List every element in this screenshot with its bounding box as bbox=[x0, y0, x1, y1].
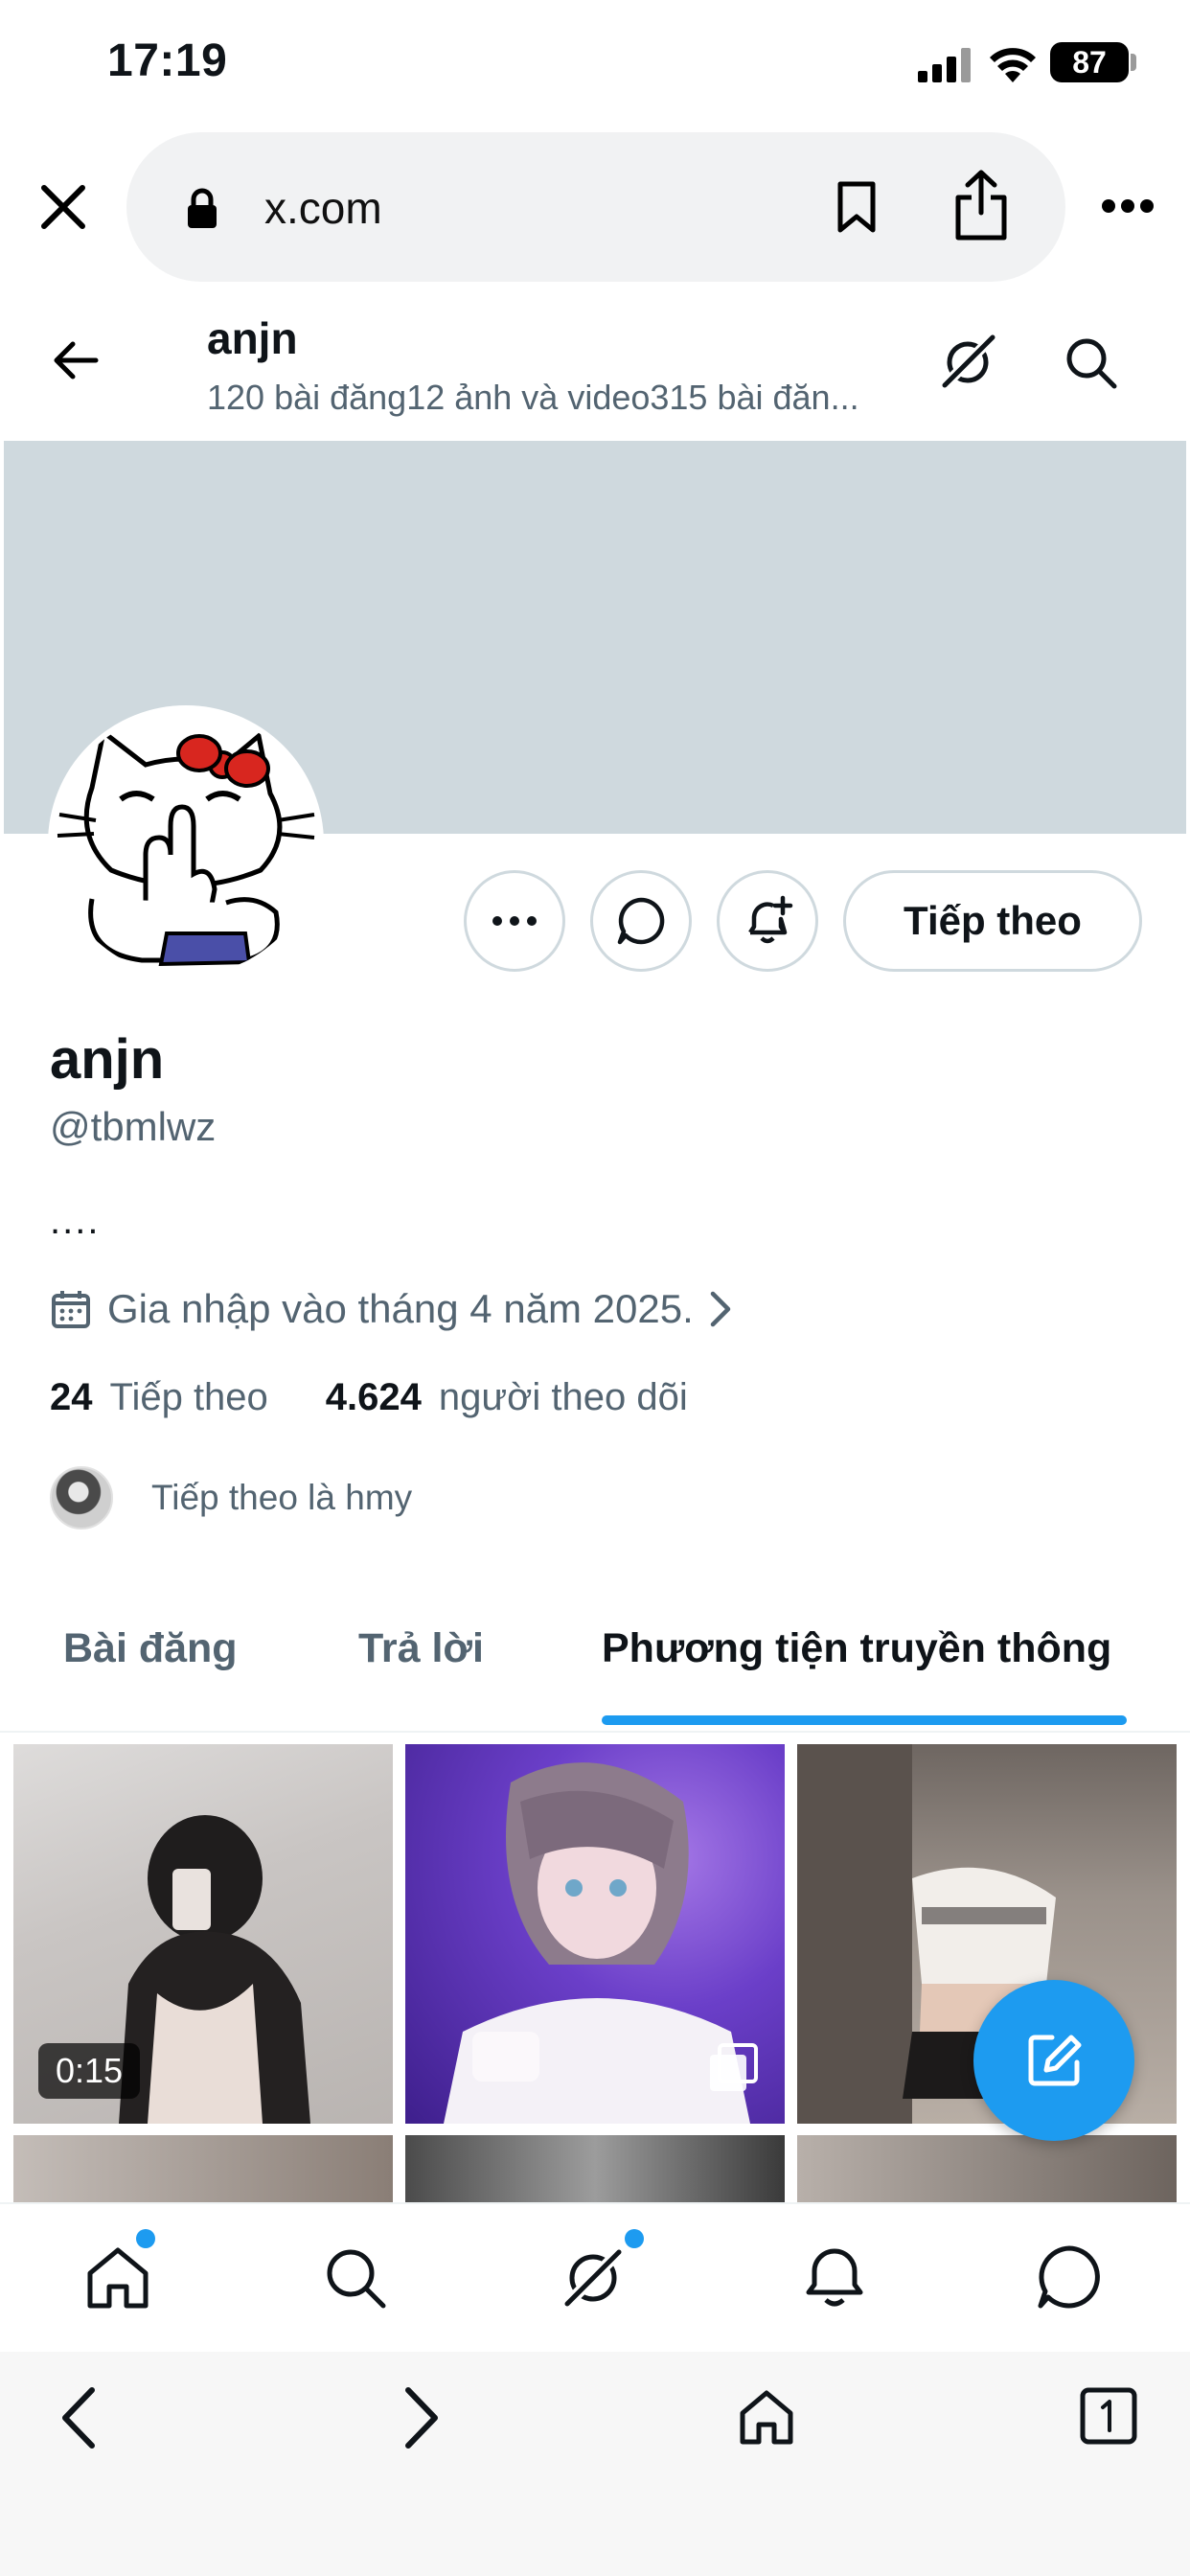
notifications-icon[interactable] bbox=[801, 2242, 868, 2312]
search-icon[interactable] bbox=[1064, 335, 1119, 391]
more-icon[interactable] bbox=[1100, 197, 1156, 215]
back-arrow-icon[interactable] bbox=[52, 339, 100, 381]
grok-icon[interactable] bbox=[937, 332, 998, 393]
following-count[interactable]: 24 bbox=[50, 1376, 93, 1419]
profile-name: anjn bbox=[50, 1028, 165, 1091]
close-icon[interactable] bbox=[38, 182, 88, 232]
followed-by-text: Tiếp theo là hmy bbox=[151, 1478, 413, 1517]
compose-icon bbox=[1023, 2030, 1085, 2091]
tabs-icon[interactable] bbox=[1079, 2386, 1138, 2446]
profile-handle: @tbmlwz bbox=[50, 1104, 217, 1149]
tab-media[interactable]: Phương tiện truyền thông bbox=[602, 1625, 1111, 1672]
following-label[interactable]: Tiếp theo bbox=[110, 1376, 268, 1419]
follow-button[interactable]: Tiếp theo bbox=[843, 870, 1142, 972]
browser-home-icon[interactable] bbox=[738, 2388, 795, 2446]
followers-count[interactable]: 4.624 bbox=[326, 1376, 422, 1419]
battery-indicator: 87 bbox=[1050, 42, 1129, 82]
bell-plus-icon bbox=[741, 894, 794, 948]
message-icon bbox=[616, 896, 666, 946]
tab-replies[interactable]: Trả lời bbox=[358, 1625, 484, 1672]
followed-by-row[interactable]: Tiếp theo là hmy bbox=[50, 1466, 412, 1530]
battery-tip bbox=[1131, 54, 1136, 71]
browser-bottom-bar bbox=[0, 2352, 1190, 2576]
header-post-count: 120 bài đăng12 ảnh và video315 bài đăn..… bbox=[207, 378, 859, 417]
url-text[interactable]: x.com bbox=[264, 182, 382, 234]
home-notification-dot bbox=[136, 2229, 155, 2248]
followers-label[interactable]: người theo dõi bbox=[439, 1376, 688, 1419]
lock-icon bbox=[186, 188, 218, 230]
chevron-right-icon bbox=[709, 1290, 732, 1328]
tab-divider bbox=[0, 1731, 1190, 1733]
browser-forward-icon[interactable] bbox=[402, 2386, 441, 2450]
grok-nav-icon[interactable] bbox=[560, 2244, 627, 2312]
notify-button[interactable] bbox=[717, 870, 818, 972]
calendar-icon bbox=[50, 1288, 92, 1330]
bookmark-icon[interactable] bbox=[835, 180, 878, 234]
media-thumbnail[interactable] bbox=[797, 2135, 1177, 2202]
header-title: anjn bbox=[207, 313, 298, 363]
messages-icon[interactable] bbox=[1035, 2242, 1104, 2312]
video-duration-badge: 0:15 bbox=[38, 2043, 141, 2099]
avatar[interactable] bbox=[48, 705, 324, 981]
home-icon[interactable] bbox=[84, 2244, 151, 2312]
status-time: 17:19 bbox=[107, 35, 228, 86]
media-thumbnail[interactable] bbox=[405, 2135, 785, 2202]
profile-more-button[interactable] bbox=[464, 870, 565, 972]
follow-stats: 24 Tiếp theo 4.624 người theo dõi bbox=[50, 1376, 745, 1419]
followed-by-avatar bbox=[50, 1466, 113, 1530]
profile-bio: .... bbox=[50, 1200, 101, 1242]
grok-notification-dot bbox=[625, 2229, 644, 2248]
join-date-row[interactable]: Gia nhập vào tháng 4 năm 2025. bbox=[50, 1280, 732, 1338]
browser-back-icon[interactable] bbox=[59, 2386, 98, 2450]
explore-search-icon[interactable] bbox=[322, 2244, 389, 2312]
join-date-text: Gia nhập vào tháng 4 năm 2025. bbox=[107, 1286, 694, 1331]
cellular-signal-icon bbox=[918, 48, 972, 82]
media-thumbnail[interactable] bbox=[405, 1744, 785, 2124]
active-tab-indicator bbox=[602, 1715, 1127, 1725]
tab-posts[interactable]: Bài đăng bbox=[63, 1625, 238, 1672]
wifi-icon bbox=[987, 44, 1039, 84]
message-button[interactable] bbox=[590, 870, 692, 972]
media-thumbnail[interactable] bbox=[13, 2135, 393, 2202]
compose-button[interactable] bbox=[973, 1980, 1134, 2141]
more-icon bbox=[492, 915, 538, 927]
share-icon[interactable] bbox=[952, 169, 1010, 242]
